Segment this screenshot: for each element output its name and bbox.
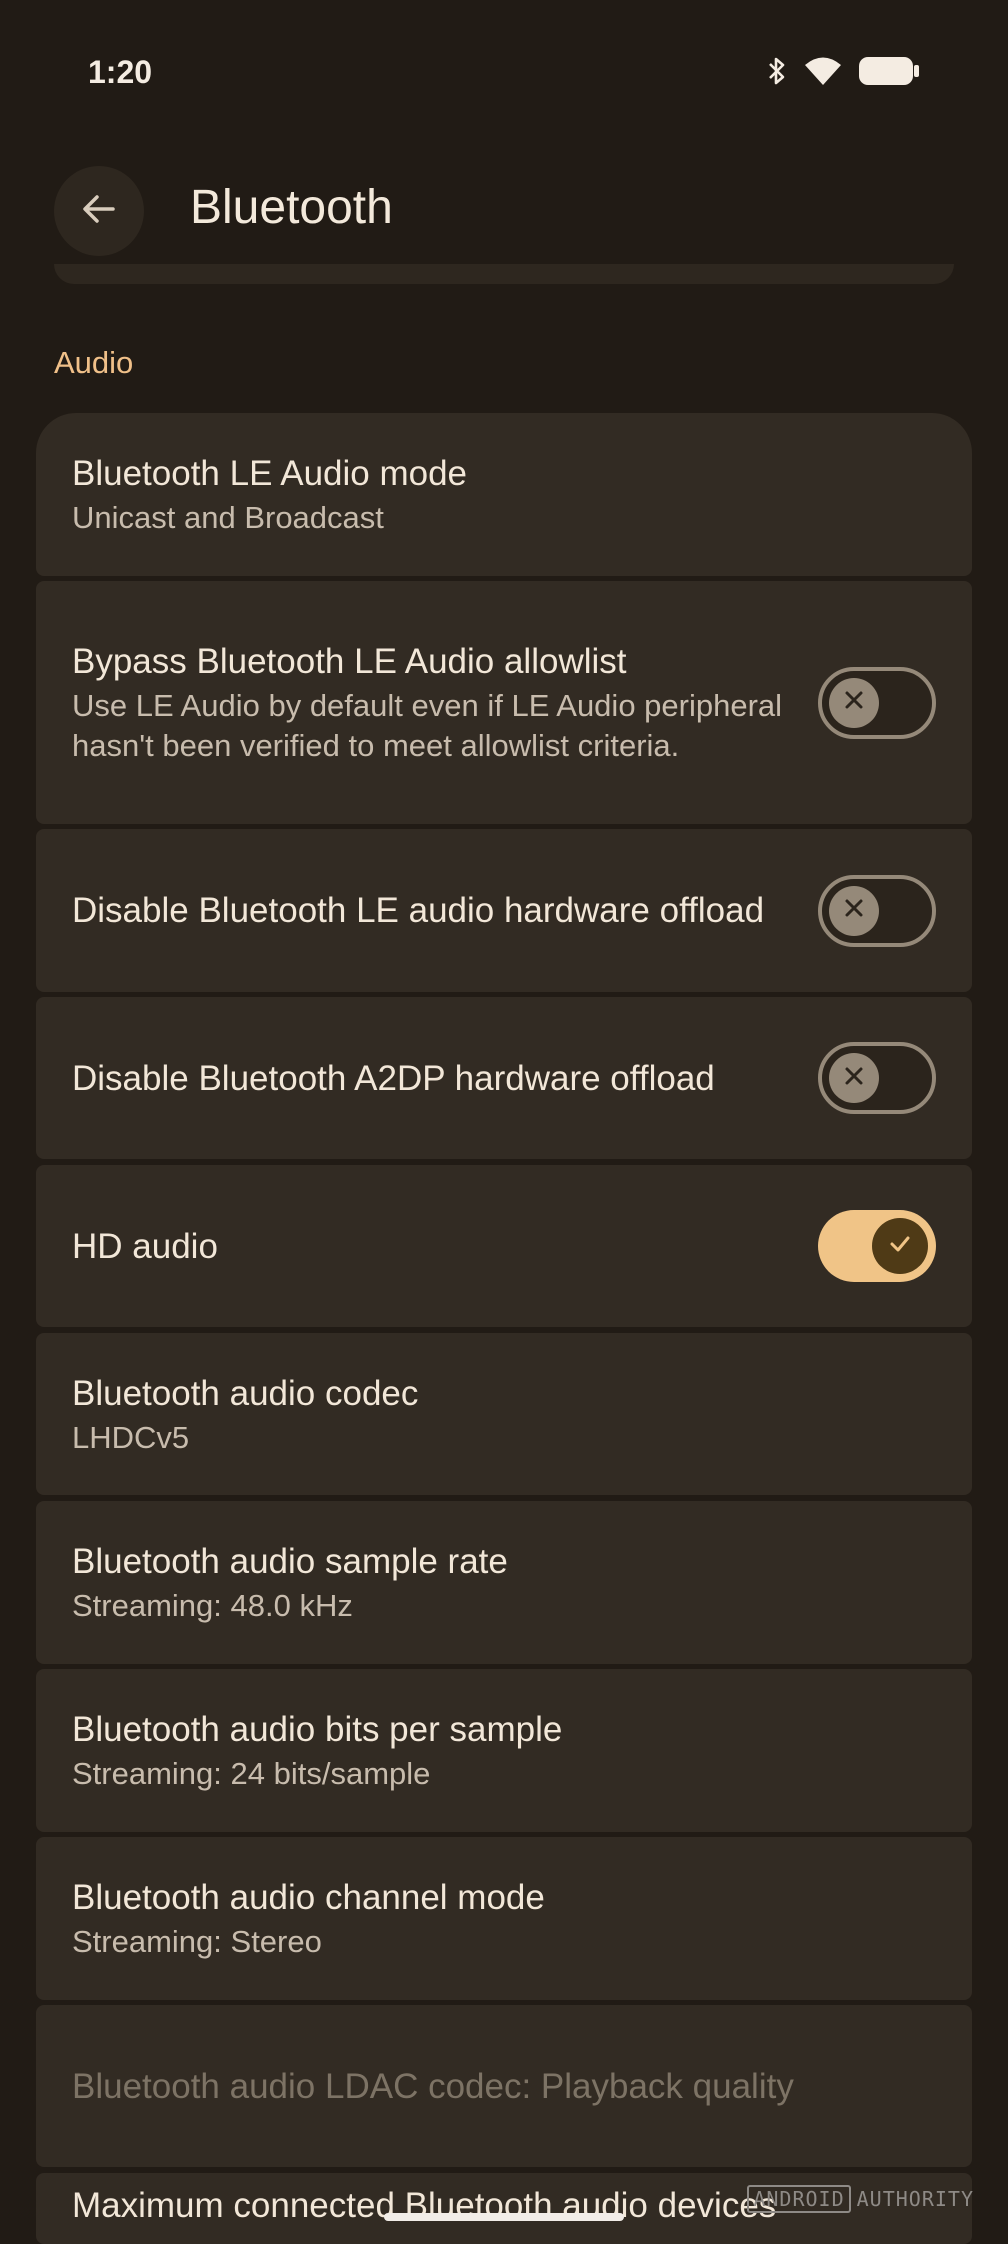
close-icon	[841, 687, 867, 718]
setting-title: Bypass Bluetooth LE Audio allowlist	[72, 642, 627, 681]
setting-le-audio-mode[interactable]: Bluetooth LE Audio mode Unicast and Broa…	[36, 413, 972, 576]
setting-audio-codec[interactable]: Bluetooth audio codec LHDCv5	[36, 1333, 972, 1495]
setting-title: HD audio	[72, 1226, 218, 1266]
setting-summary: Unicast and Broadcast	[72, 500, 384, 535]
setting-hd-audio[interactable]: HD audio	[36, 1165, 972, 1327]
setting-summary: Streaming: Stereo	[72, 1924, 322, 1959]
switch-thumb	[829, 885, 879, 936]
switch-thumb	[872, 1218, 928, 1274]
previous-card-edge	[54, 264, 954, 284]
setting-summary: Streaming: 24 bits/sample	[72, 1756, 431, 1791]
wifi-icon	[804, 56, 842, 86]
setting-title: Bluetooth audio channel mode	[72, 1878, 545, 1917]
setting-title: Bluetooth audio bits per sample	[72, 1710, 563, 1749]
close-icon	[841, 895, 867, 926]
status-time: 1:20	[88, 54, 153, 90]
switch-thumb	[829, 677, 879, 728]
bypass-allowlist-switch[interactable]	[818, 666, 936, 739]
setting-title: Bluetooth LE Audio mode	[72, 454, 468, 493]
setting-title: Bluetooth audio sample rate	[72, 1542, 508, 1581]
gesture-nav-handle[interactable]	[384, 2213, 624, 2221]
setting-title: Bluetooth audio LDAC codec: Playback qua…	[72, 2066, 794, 2106]
watermark: ANDROID AUTHORITY	[747, 2185, 974, 2213]
battery-icon	[858, 56, 920, 86]
setting-bits-per-sample[interactable]: Bluetooth audio bits per sample Streamin…	[36, 1669, 972, 1832]
setting-ldac-quality: Bluetooth audio LDAC codec: Playback qua…	[36, 2005, 972, 2167]
setting-title: Disable Bluetooth LE audio hardware offl…	[72, 891, 765, 930]
section-header-audio: Audio	[54, 345, 134, 380]
setting-summary: Use LE Audio by default even if LE Audio…	[72, 688, 783, 763]
watermark-suffix: AUTHORITY	[856, 2187, 974, 2211]
back-button[interactable]	[54, 166, 144, 256]
setting-disable-a2dp-offload[interactable]: Disable Bluetooth A2DP hardware offload	[36, 997, 972, 1159]
disable-le-offload-switch[interactable]	[818, 874, 936, 947]
disable-a2dp-offload-switch[interactable]	[818, 1042, 936, 1114]
hd-audio-switch[interactable]	[818, 1210, 936, 1282]
setting-sample-rate[interactable]: Bluetooth audio sample rate Streaming: 4…	[36, 1501, 972, 1664]
arrow-back-icon	[79, 189, 119, 234]
setting-channel-mode[interactable]: Bluetooth audio channel mode Streaming: …	[36, 1837, 972, 2000]
setting-title: Disable Bluetooth A2DP hardware offload	[72, 1058, 715, 1098]
setting-summary: Streaming: 48.0 kHz	[72, 1588, 353, 1623]
setting-summary: LHDCv5	[72, 1419, 190, 1455]
setting-disable-le-offload[interactable]: Disable Bluetooth LE audio hardware offl…	[36, 829, 972, 992]
setting-bypass-le-allowlist[interactable]: Bypass Bluetooth LE Audio allowlist Use …	[36, 581, 972, 824]
setting-title: Bluetooth audio codec	[72, 1373, 419, 1413]
check-icon	[886, 1230, 914, 1263]
status-icons	[766, 56, 920, 86]
bluetooth-icon	[766, 56, 788, 86]
switch-thumb	[829, 1053, 879, 1103]
close-icon	[841, 1063, 867, 1094]
watermark-brand: ANDROID	[747, 2185, 851, 2213]
top-app-bar: Bluetooth	[0, 150, 1008, 280]
page-title: Bluetooth	[190, 181, 393, 234]
status-bar: 1:20	[0, 0, 1008, 150]
